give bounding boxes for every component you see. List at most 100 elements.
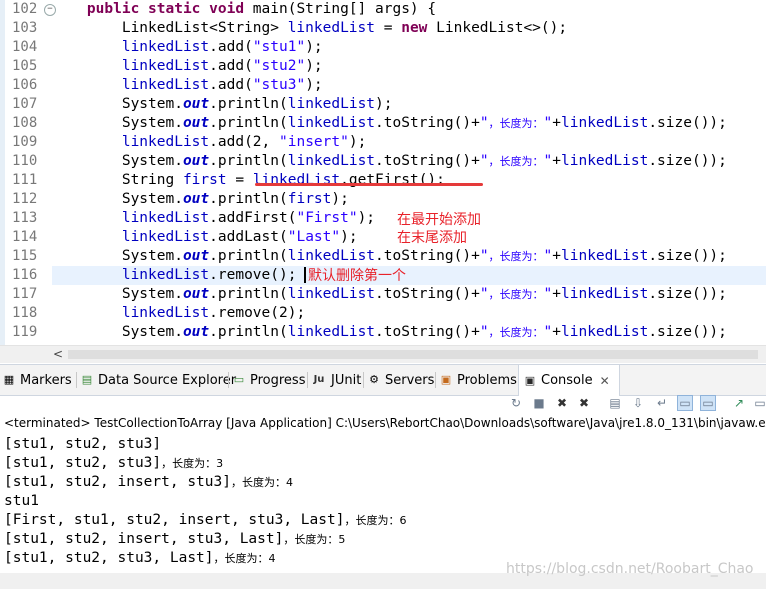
markers-icon: ▦ [3,373,15,386]
code-line[interactable]: linkedList.addLast("Last"); [52,228,358,247]
code-line[interactable]: System.out.println(first); [52,190,349,209]
scrollbar-thumb[interactable] [68,350,758,359]
code-token: linkedList [287,115,376,131]
clear-console-icon[interactable]: ▤ [607,395,623,411]
code-token: linkedList [287,286,376,302]
code-token: ); [305,77,323,93]
tab-label: Markers [20,372,72,388]
code-token: + [552,115,562,131]
code-line[interactable]: System.out.println(linkedList.toString()… [52,247,727,266]
console-line-text: [stu1, stu2, stu3] [4,455,162,471]
tab-label: Progress [250,372,306,388]
code-token: ); [331,191,349,207]
code-token: "Last" [287,229,341,245]
junit-icon: Ju [313,374,325,385]
console-line: [stu1, stu2, insert, stu3, Last]，长度为：5 [4,530,345,549]
code-token: .addLast( [209,229,288,245]
code-token: .addFirst( [209,210,297,226]
pin-console-icon[interactable]: ↗ [731,395,747,411]
annotation-remove: 默认删除第一个 [308,268,406,284]
show-on-stderr-icon[interactable]: ▭ [700,395,716,411]
code-line[interactable]: linkedList.addFirst("First"); [52,209,375,228]
terminate-icon[interactable]: ■ [531,395,547,411]
servers-icon: ⚙ [369,373,379,386]
code-token: .size()); [648,115,727,131]
horizontal-scrollbar[interactable]: < [0,345,766,363]
scroll-lock-icon[interactable]: ⇩ [630,395,646,411]
code-token: linkedList [121,229,210,245]
console-line-suffix: ，长度为：4 [213,552,276,565]
code-token: linkedList [561,324,649,340]
code-token: .size()); [648,324,727,340]
code-token: ，长度为： [488,288,544,301]
code-token: new [401,20,428,36]
line-number: 107 [12,96,38,112]
code-line[interactable]: System.out.println(linkedList.toString()… [52,285,727,304]
code-token: linkedList [121,267,210,283]
tab-data-source-explorer[interactable]: ▤ Data Source Explorer [80,365,236,395]
code-token: .size()); [648,286,727,302]
display-console-icon[interactable]: ▭ [752,395,766,411]
code-token: .add( [209,58,253,74]
code-token: main(String[] args) { [244,1,437,17]
line-number: 108 [12,115,38,131]
code-line[interactable]: linkedList.add(2, "insert"); [52,133,366,152]
code-token: " [543,153,553,169]
tab-problems[interactable]: ▣ Problems [439,365,517,395]
word-wrap-icon[interactable]: ↵ [654,395,670,411]
code-line[interactable]: System.out.println(linkedList.toString()… [52,152,727,171]
code-editor[interactable]: − 102 103 104 105 106 107 108 109 110 11… [0,0,766,345]
remove-launch-icon[interactable]: ✖ [554,395,570,411]
code-token: ); [348,134,367,150]
code-token: .add(2, [209,134,279,150]
tab-servers[interactable]: ⚙ Servers [367,365,434,395]
line-number: 109 [12,134,38,150]
code-token: .size()); [648,153,727,169]
show-on-stdout-icon[interactable]: ▭ [677,395,693,411]
line-number: 114 [12,229,38,245]
console-line-text: [stu1, stu2, insert, stu3, Last] [4,531,284,547]
code-line-current[interactable]: linkedList.remove(); [52,266,766,285]
code-token: "stu2" [252,58,306,74]
code-line[interactable]: String first = linkedList.getFirst(); [52,171,445,190]
code-line[interactable]: System.out.println(linkedList.toString()… [52,114,727,133]
code-token: LinkedList<>(); [427,20,568,36]
code-token: " [479,324,489,340]
line-number: 106 [12,77,38,93]
relaunch-icon[interactable]: ↻ [508,395,524,411]
code-token: out [182,324,210,340]
console-line-text: [First, stu1, stu2, insert, stu3, Last] [4,512,345,528]
code-line[interactable]: System.out.println(linkedList.toString()… [52,323,727,342]
tab-divider [307,372,308,388]
remove-all-terminated-icon[interactable]: ✖ [576,395,592,411]
tab-markers[interactable]: ▦ Markers [2,365,72,395]
console-line-suffix: ，长度为：4 [230,476,293,489]
code-token: .toString()+ [375,286,480,302]
code-token: ，长度为： [488,117,544,130]
scroll-left-icon[interactable]: < [53,346,63,363]
code-token: ); [357,210,376,226]
code-token: = [375,20,402,36]
view-tab-bar: ▦ Markers ▤ Data Source Explorer ▭ Progress… [0,364,766,396]
code-line[interactable]: linkedList.add("stu2"); [52,57,323,76]
code-token: " [543,286,553,302]
code-line[interactable]: linkedList.remove(2); [52,304,305,323]
code-token: linkedList [121,210,210,226]
tab-junit[interactable]: Ju JUnit [311,365,362,395]
code-line[interactable]: System.out.println(linkedList); [52,95,393,114]
code-line[interactable]: linkedList.add("stu1"); [52,38,323,57]
code-token: linkedList [287,20,376,36]
code-line[interactable]: linkedList.add("stu3"); [52,76,323,95]
code-token: .println( [209,191,288,207]
console-line: [stu1, stu2, stu3]，长度为：3 [4,454,223,473]
tab-progress[interactable]: ▭ Progress [232,365,306,395]
code-line[interactable]: public static void main(String[] args) { [52,0,436,19]
tab-console[interactable]: ▣ Console ✕ [518,365,620,396]
line-number: 119 [12,324,38,340]
console-line-text: [stu1, stu2, stu3, Last] [4,550,214,566]
close-icon[interactable]: ✕ [600,374,610,388]
code-line[interactable]: LinkedList<String> linkedList = new Link… [52,19,567,38]
